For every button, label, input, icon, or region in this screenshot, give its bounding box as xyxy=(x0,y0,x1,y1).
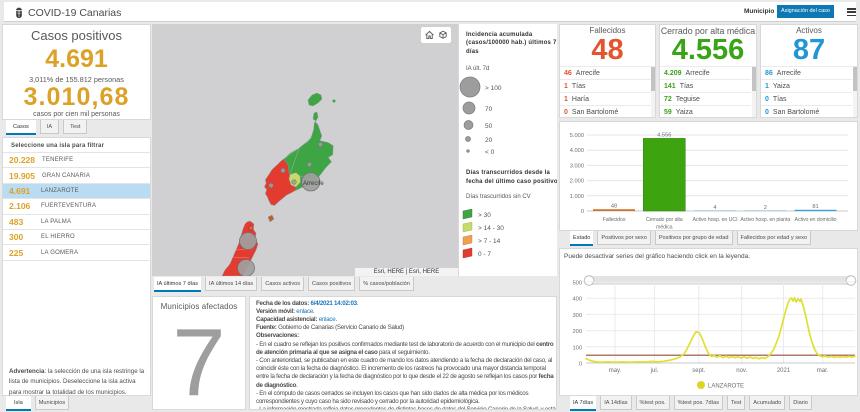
svg-text:may.: may. xyxy=(609,368,622,374)
svg-text:Activo hosp. en UCI: Activo hosp. en UCI xyxy=(693,217,738,223)
svg-text:200: 200 xyxy=(573,329,583,335)
svg-text:LANZAROTE: LANZAROTE xyxy=(708,384,744,390)
svg-text:0 - 7: 0 - 7 xyxy=(478,251,491,258)
svg-text:5.000: 5.000 xyxy=(570,133,584,139)
svg-text:48: 48 xyxy=(611,204,617,210)
svg-text:2021: 2021 xyxy=(777,368,791,374)
svg-text:sept.: sept. xyxy=(692,368,705,374)
svg-text:4: 4 xyxy=(713,205,716,211)
svg-text:0: 0 xyxy=(581,209,584,215)
svg-text:jul.: jul. xyxy=(650,368,659,374)
svg-text:> 100: > 100 xyxy=(485,85,502,92)
svg-text:2: 2 xyxy=(764,205,767,211)
svg-text:4.556: 4.556 xyxy=(657,132,671,138)
svg-text:Arrecife: Arrecife xyxy=(303,181,324,187)
svg-text:mar.: mar. xyxy=(817,368,829,374)
svg-text:> 14 - 30: > 14 - 30 xyxy=(478,225,504,232)
svg-text:300: 300 xyxy=(573,313,583,319)
svg-text:Activo hosp. en planta: Activo hosp. en planta xyxy=(740,217,790,223)
svg-text:3.000: 3.000 xyxy=(570,163,584,169)
svg-text:70: 70 xyxy=(485,106,493,113)
svg-text:1.000: 1.000 xyxy=(570,194,584,200)
svg-text:400: 400 xyxy=(573,297,583,303)
svg-text:Cerrado por alta: Cerrado por alta xyxy=(646,217,683,223)
svg-text:médica: médica xyxy=(656,225,673,231)
svg-text:20: 20 xyxy=(485,137,493,144)
svg-text:Activo en domicilio: Activo en domicilio xyxy=(795,217,837,223)
svg-text:> 7 - 14: > 7 - 14 xyxy=(478,238,501,245)
svg-text:Fallecidos: Fallecidos xyxy=(603,217,626,223)
svg-text:4.000: 4.000 xyxy=(570,148,584,154)
svg-text:< 0: < 0 xyxy=(485,149,495,156)
svg-text:nov.: nov. xyxy=(736,368,747,374)
svg-text:50: 50 xyxy=(485,123,493,130)
svg-text:81: 81 xyxy=(812,204,818,210)
svg-text:2.000: 2.000 xyxy=(570,179,584,185)
svg-text:500: 500 xyxy=(573,281,583,287)
svg-text:> 30: > 30 xyxy=(478,212,491,219)
svg-text:100: 100 xyxy=(573,345,583,351)
svg-text:0: 0 xyxy=(579,362,582,368)
